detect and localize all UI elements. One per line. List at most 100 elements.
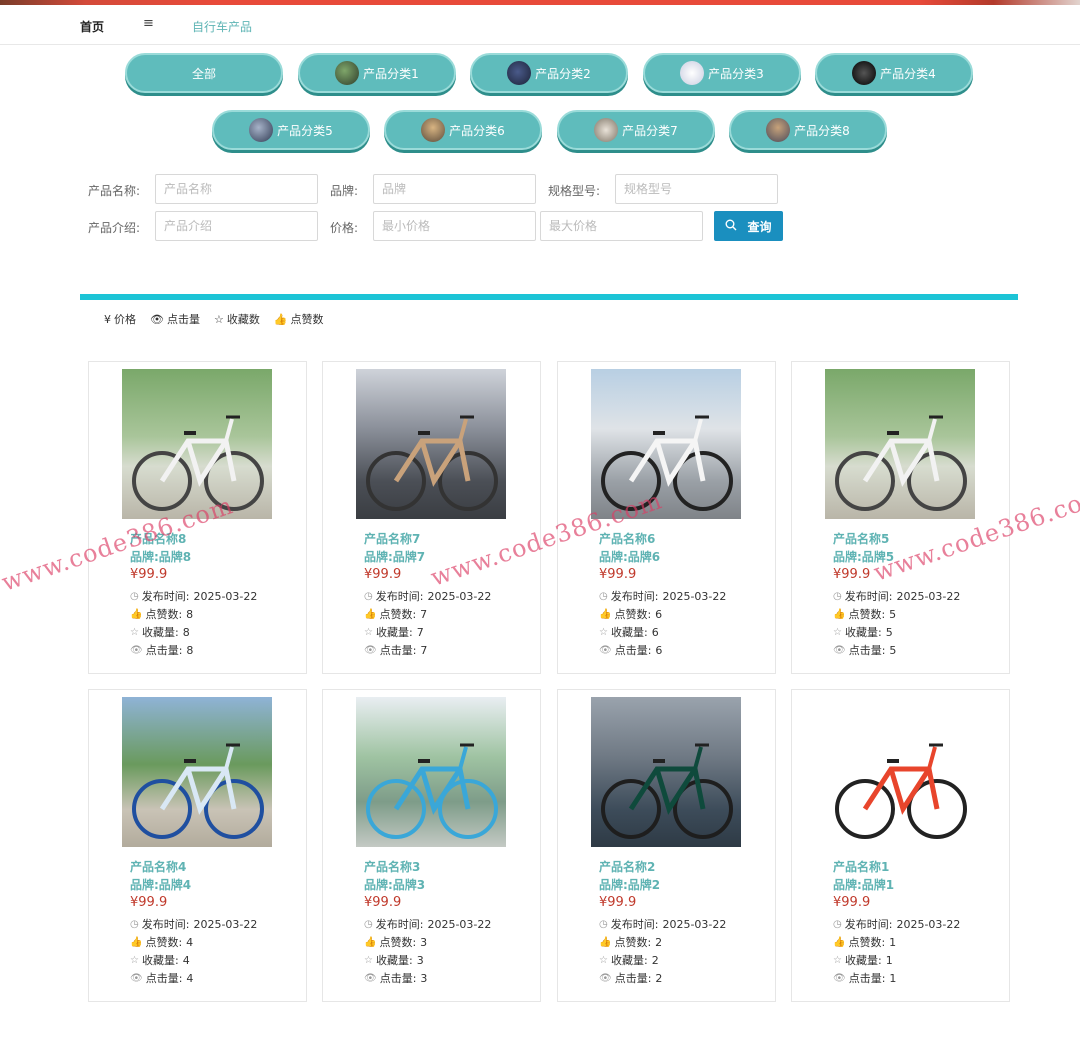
product-card[interactable]: 产品名称5 品牌:品牌5 ¥99.9 ◷ 发布时间: 2025-03-22 👍 … <box>791 361 1010 674</box>
product-image[interactable] <box>356 369 506 519</box>
product-image[interactable] <box>591 369 741 519</box>
eye-icon: 👁 <box>833 644 846 656</box>
product-price: ¥99.9 <box>364 567 402 582</box>
sort-by-clicks[interactable]: 👁 点击量 <box>150 311 200 327</box>
price-label: 价格: <box>330 221 359 235</box>
category-6-button[interactable]: 产品分类6 <box>384 110 542 150</box>
eye-icon: 👁 <box>364 972 377 984</box>
favorites-label: 收藏量: <box>375 954 413 967</box>
product-image[interactable] <box>356 697 506 847</box>
publish-time-label: 发布时间: <box>844 918 893 931</box>
menu-icon[interactable]: ≡ <box>143 16 154 31</box>
clicks-value: 4 <box>186 971 194 985</box>
publish-time: ◷ 发布时间: 2025-03-22 <box>130 916 257 932</box>
category-all-button[interactable]: 全部 <box>125 53 283 93</box>
product-card[interactable]: 产品名称3 品牌:品牌3 ¥99.9 ◷ 发布时间: 2025-03-22 👍 … <box>322 689 541 1002</box>
product-name[interactable]: 产品名称4 <box>130 858 186 875</box>
eye-icon: 👁 <box>833 972 846 984</box>
likes-count: 👍 点赞数: 2 <box>599 934 662 950</box>
favorites-label: 收藏量: <box>610 954 648 967</box>
category-3-button[interactable]: 产品分类3 <box>643 53 801 93</box>
max-price-input[interactable] <box>540 211 703 241</box>
clicks-value: 7 <box>420 643 428 657</box>
category-1-button[interactable]: 产品分类1 <box>298 53 456 93</box>
category-8-button[interactable]: 产品分类8 <box>729 110 887 150</box>
eye-icon: 👁 <box>130 972 143 984</box>
favorites-value: 5 <box>885 625 893 639</box>
product-name[interactable]: 产品名称2 <box>599 858 655 875</box>
breadcrumb-bicycle-products[interactable]: 自行车产品 <box>192 18 252 35</box>
product-intro-input[interactable] <box>155 211 318 241</box>
product-card[interactable]: 产品名称7 品牌:品牌7 ¥99.9 ◷ 发布时间: 2025-03-22 👍 … <box>322 361 541 674</box>
sort-clicks-label: 点击量 <box>166 313 200 326</box>
publish-time-value: 2025-03-22 <box>662 589 727 603</box>
category-5-button[interactable]: 产品分类5 <box>212 110 370 150</box>
product-card[interactable]: 产品名称1 品牌:品牌1 ¥99.9 ◷ 发布时间: 2025-03-22 👍 … <box>791 689 1010 1002</box>
category-7-button[interactable]: 产品分类7 <box>557 110 715 150</box>
favorites-count: ☆ 收藏量: 2 <box>599 952 659 968</box>
top-nav: 首页 ≡ 自行车产品 <box>0 5 1080 45</box>
publish-time-value: 2025-03-22 <box>193 589 258 603</box>
product-name[interactable]: 产品名称3 <box>364 858 420 875</box>
sort-likes-label: 点赞数 <box>290 313 324 326</box>
thumbs-up-icon: 👍 <box>833 936 846 948</box>
clicks-count: 👁 点击量: 3 <box>364 970 427 986</box>
favorites-value: 4 <box>182 953 190 967</box>
product-image[interactable] <box>591 697 741 847</box>
category-thumbnail <box>852 61 877 85</box>
product-image[interactable] <box>825 697 975 847</box>
product-name[interactable]: 产品名称1 <box>833 858 889 875</box>
favorites-label: 收藏量: <box>141 626 179 639</box>
sort-by-favorites[interactable]: ☆ 收藏数 <box>214 311 260 327</box>
category-2-button[interactable]: 产品分类2 <box>470 53 628 93</box>
category-label: 产品分类1 <box>363 66 419 81</box>
search-button[interactable]: 查询 <box>714 211 783 241</box>
bicycle-icon <box>835 415 967 511</box>
clicks-count: 👁 点击量: 2 <box>599 970 662 986</box>
favorites-label: 收藏量: <box>141 954 179 967</box>
clicks-label: 点击量: <box>145 972 183 985</box>
product-brand: 品牌:品牌1 <box>833 878 895 892</box>
clock-icon: ◷ <box>833 590 842 602</box>
bicycle-icon <box>601 743 733 839</box>
star-icon: ☆ <box>833 626 842 638</box>
product-name-label: 产品名称: <box>88 184 141 198</box>
product-card[interactable]: 产品名称2 品牌:品牌2 ¥99.9 ◷ 发布时间: 2025-03-22 👍 … <box>557 689 776 1002</box>
publish-time: ◷ 发布时间: 2025-03-22 <box>599 916 726 932</box>
product-name[interactable]: 产品名称7 <box>364 530 420 547</box>
thumbs-up-icon: 👍 <box>273 312 288 326</box>
clicks-value: 2 <box>655 971 663 985</box>
min-price-input[interactable] <box>373 211 536 241</box>
product-price: ¥99.9 <box>833 567 871 582</box>
clicks-value: 5 <box>889 643 897 657</box>
publish-time-label: 发布时间: <box>844 590 893 603</box>
sort-price-label: 价格 <box>114 313 136 326</box>
product-name-input[interactable] <box>155 174 318 204</box>
sort-by-likes[interactable]: 👍 点赞数 <box>274 311 324 327</box>
clicks-count: 👁 点击量: 5 <box>833 642 896 658</box>
publish-time: ◷ 发布时间: 2025-03-22 <box>364 588 491 604</box>
publish-time-label: 发布时间: <box>141 918 190 931</box>
search-icon <box>725 219 737 234</box>
product-price: ¥99.9 <box>130 895 168 910</box>
product-image[interactable] <box>122 697 272 847</box>
category-4-button[interactable]: 产品分类4 <box>815 53 973 93</box>
product-price: ¥99.9 <box>599 895 637 910</box>
product-image[interactable] <box>122 369 272 519</box>
likes-value: 4 <box>186 935 194 949</box>
nav-home-link[interactable]: 首页 <box>80 18 104 35</box>
likes-value: 5 <box>889 607 897 621</box>
product-price: ¥99.9 <box>364 895 402 910</box>
publish-time: ◷ 发布时间: 2025-03-22 <box>833 588 960 604</box>
likes-value: 3 <box>420 935 428 949</box>
product-card[interactable]: 产品名称4 品牌:品牌4 ¥99.9 ◷ 发布时间: 2025-03-22 👍 … <box>88 689 307 1002</box>
brand-input[interactable] <box>373 174 536 204</box>
product-image[interactable] <box>825 369 975 519</box>
star-icon: ☆ <box>130 626 139 638</box>
favorites-count: ☆ 收藏量: 5 <box>833 624 893 640</box>
product-brand: 品牌:品牌7 <box>364 550 426 564</box>
sort-by-price[interactable]: ¥ 价格 <box>104 311 136 327</box>
product-name[interactable]: 产品名称5 <box>833 530 889 547</box>
clock-icon: ◷ <box>364 918 373 930</box>
spec-input[interactable] <box>615 174 778 204</box>
